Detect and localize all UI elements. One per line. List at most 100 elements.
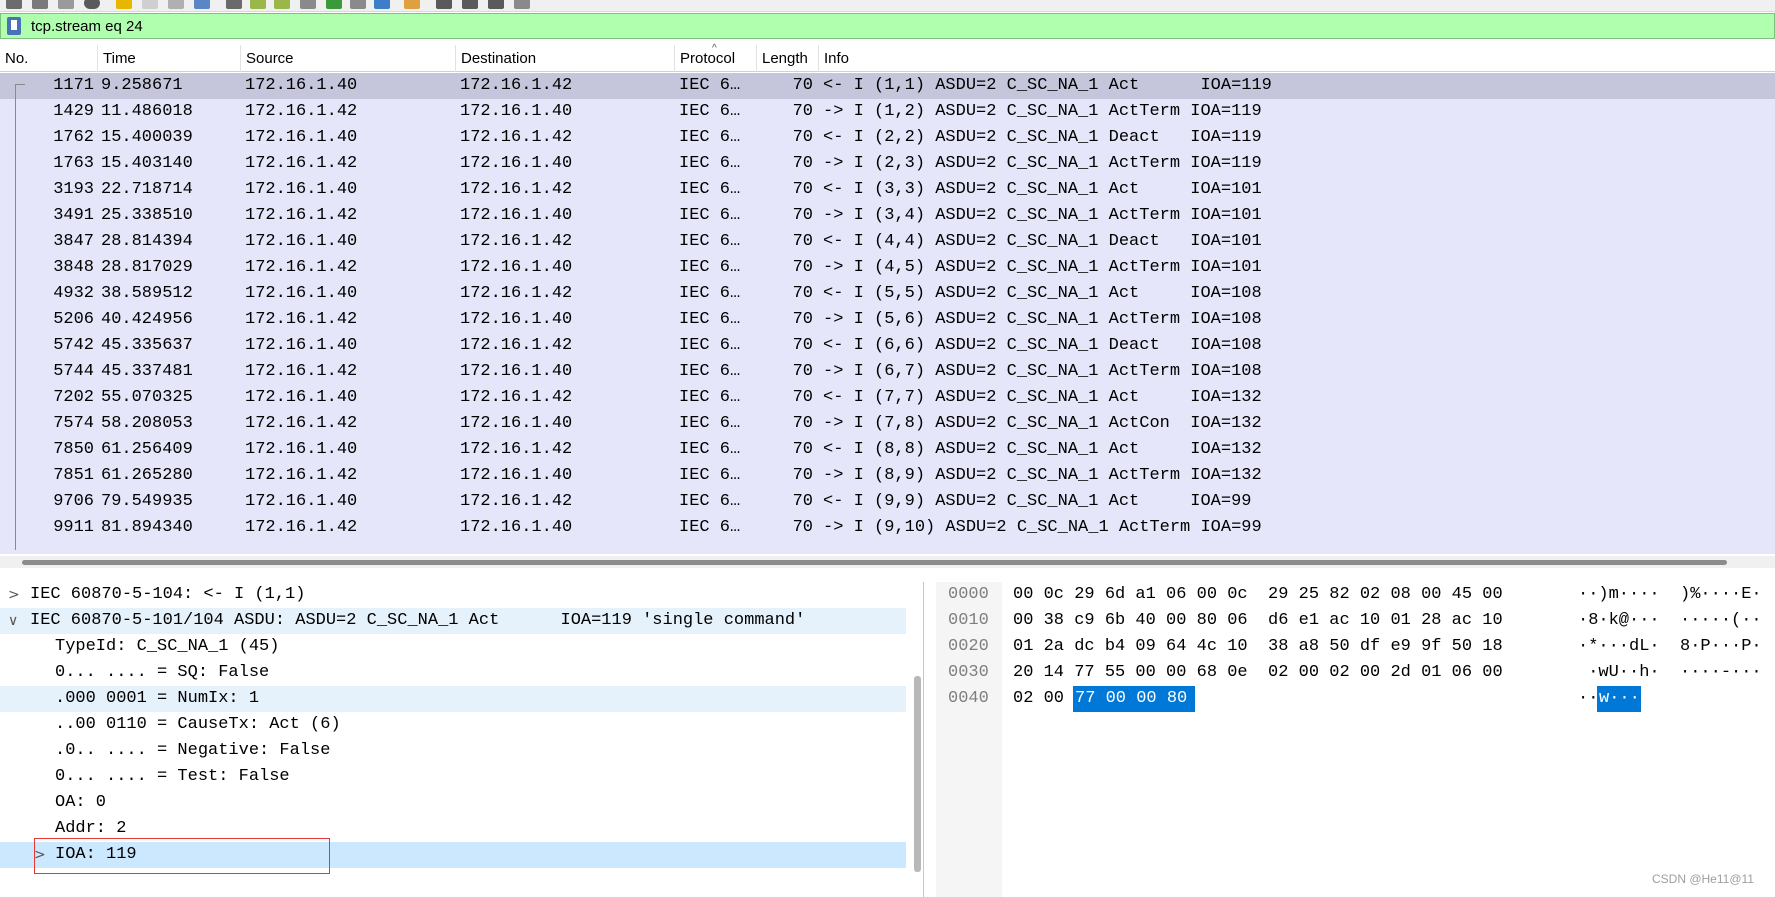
collapse-arrow-icon[interactable]: ∨ xyxy=(8,608,18,634)
first-packet-icon[interactable] xyxy=(326,0,342,9)
detail-row-numix[interactable]: .000 0001 = NumIx: 1 xyxy=(0,686,906,712)
detail-text: TypeId: C_SC_NA_1 (45) xyxy=(55,637,280,656)
last-packet-icon[interactable] xyxy=(350,0,366,9)
packet-source: 172.16.1.42 xyxy=(245,154,358,173)
packet-row[interactable]: 1763 15.403140 172.16.1.42 172.16.1.40 I… xyxy=(0,151,1775,177)
display-filter-bar[interactable]: tcp.stream eq 24 xyxy=(0,13,1775,39)
detail-row-oa[interactable]: OA: 0 xyxy=(0,790,906,816)
packet-row[interactable]: 5742 45.335637 172.16.1.40 172.16.1.42 I… xyxy=(0,333,1775,359)
packet-info: <- I (5,5) ASDU=2 C_SC_NA_1 Act IOA=108 xyxy=(823,284,1262,303)
packet-row[interactable]: 7202 55.070325 172.16.1.40 172.16.1.42 I… xyxy=(0,385,1775,411)
packet-row[interactable]: 7574 58.208053 172.16.1.42 172.16.1.40 I… xyxy=(0,411,1775,437)
zoom-out-icon[interactable] xyxy=(462,0,478,9)
detail-text: 0... .... = SQ: False xyxy=(55,663,270,682)
packet-row[interactable]: 5206 40.424956 172.16.1.42 172.16.1.40 I… xyxy=(0,307,1775,333)
column-header-info[interactable]: Info xyxy=(819,45,1775,72)
packet-row[interactable]: 3491 25.338510 172.16.1.42 172.16.1.40 I… xyxy=(0,203,1775,229)
packet-length: 70 xyxy=(792,388,813,407)
selected-hex-bytes[interactable]: 77 00 00 80 xyxy=(1073,686,1195,712)
packet-source: 172.16.1.42 xyxy=(245,206,358,225)
packet-row[interactable]: 1429 11.486018 172.16.1.42 172.16.1.40 I… xyxy=(0,99,1775,125)
packet-row[interactable]: 1171 9.258671 172.16.1.40 172.16.1.42 IE… xyxy=(0,73,1775,99)
restart-capture-icon[interactable] xyxy=(32,0,48,9)
detail-row-negative[interactable]: .0.. .... = Negative: False xyxy=(0,738,906,764)
detail-row-asdu[interactable]: ∨ IEC 60870-5-101/104 ASDU: ASDU=2 C_SC_… xyxy=(0,608,906,634)
packet-time: 9.258671 xyxy=(101,76,183,95)
detail-row-sq[interactable]: 0... .... = SQ: False xyxy=(0,660,906,686)
packet-destination: 172.16.1.42 xyxy=(460,284,573,303)
packet-destination: 172.16.1.40 xyxy=(460,466,573,485)
packet-time: 38.589512 xyxy=(101,284,193,303)
packet-row[interactable]: 3848 28.817029 172.16.1.42 172.16.1.40 I… xyxy=(0,255,1775,281)
selected-ascii-bytes[interactable]: w··· xyxy=(1597,686,1641,712)
colorize-icon[interactable] xyxy=(404,0,420,9)
go-to-packet-icon[interactable] xyxy=(300,0,316,9)
packet-time: 45.337481 xyxy=(101,362,193,381)
packet-info: -> I (2,3) ASDU=2 C_SC_NA_1 ActTerm IOA=… xyxy=(823,154,1262,173)
packet-source: 172.16.1.40 xyxy=(245,180,358,199)
expand-arrow-icon[interactable]: > xyxy=(8,582,20,608)
detail-row-test[interactable]: 0... .... = Test: False xyxy=(0,764,906,790)
packet-length: 70 xyxy=(792,310,813,329)
packet-row[interactable]: 7850 61.256409 172.16.1.40 172.16.1.42 I… xyxy=(0,437,1775,463)
bytes-row[interactable]: 0020 01 2a dc b4 09 64 4c 10 38 a8 50 df… xyxy=(936,634,1775,660)
bytes-row[interactable]: 0000 00 0c 29 6d a1 06 00 0c 29 25 82 02… xyxy=(936,582,1775,608)
gear-icon[interactable] xyxy=(84,0,100,9)
scrollbar-thumb[interactable] xyxy=(22,560,1727,565)
go-forward-icon[interactable] xyxy=(274,0,290,9)
detail-row-iec104[interactable]: > IEC 60870-5-104: <- I (1,1) xyxy=(0,582,906,608)
byte-offset: 0030 xyxy=(948,663,989,682)
packet-row[interactable]: 3193 22.718714 172.16.1.40 172.16.1.42 I… xyxy=(0,177,1775,203)
normal-size-icon[interactable] xyxy=(488,0,504,9)
packet-row[interactable]: 3847 28.814394 172.16.1.40 172.16.1.42 I… xyxy=(0,229,1775,255)
packet-destination: 172.16.1.42 xyxy=(460,388,573,407)
packet-row-partial[interactable] xyxy=(0,541,1775,554)
packet-source: 172.16.1.40 xyxy=(245,128,358,147)
packet-info: -> I (4,5) ASDU=2 C_SC_NA_1 ActTerm IOA=… xyxy=(823,258,1262,277)
stop-capture-icon[interactable] xyxy=(6,0,22,9)
packet-destination: 172.16.1.40 xyxy=(460,154,573,173)
packet-row[interactable]: 7851 61.265280 172.16.1.42 172.16.1.40 I… xyxy=(0,463,1775,489)
packet-list-horizontal-scrollbar[interactable] xyxy=(0,556,1775,568)
autoscroll-icon[interactable] xyxy=(374,0,390,9)
zoom-in-icon[interactable] xyxy=(436,0,452,9)
bookmark-icon[interactable] xyxy=(7,17,21,35)
packet-source: 172.16.1.40 xyxy=(245,492,358,511)
packet-row[interactable]: 5744 45.337481 172.16.1.42 172.16.1.40 I… xyxy=(0,359,1775,385)
bytes-row[interactable]: 0010 00 38 c9 6b 40 00 80 06 d6 e1 ac 10… xyxy=(936,608,1775,634)
packet-source: 172.16.1.42 xyxy=(245,362,358,381)
column-header-no[interactable]: No. xyxy=(0,45,98,72)
packet-row[interactable]: 9706 79.549935 172.16.1.40 172.16.1.42 I… xyxy=(0,489,1775,515)
detail-row-causetx[interactable]: ..00 0110 = CauseTx: Act (6) xyxy=(0,712,906,738)
display-filter-input[interactable]: tcp.stream eq 24 xyxy=(31,18,143,35)
save-file-icon[interactable] xyxy=(142,0,158,9)
byte-offset: 0040 xyxy=(948,689,989,708)
reload-icon[interactable] xyxy=(194,0,210,9)
packet-row[interactable]: 4932 38.589512 172.16.1.40 172.16.1.42 I… xyxy=(0,281,1775,307)
packet-row[interactable]: 1762 15.400039 172.16.1.40 172.16.1.42 I… xyxy=(0,125,1775,151)
open-file-icon[interactable] xyxy=(116,0,132,9)
packet-length: 70 xyxy=(792,466,813,485)
packet-info: -> I (3,4) ASDU=2 C_SC_NA_1 ActTerm IOA=… xyxy=(823,206,1262,225)
bytes-row[interactable]: 0040 02 00 ·· xyxy=(936,686,1775,712)
column-header-destination[interactable]: Destination xyxy=(456,45,675,72)
go-back-icon[interactable] xyxy=(250,0,266,9)
close-file-icon[interactable] xyxy=(168,0,184,9)
packet-time: 25.338510 xyxy=(101,206,193,225)
column-header-length[interactable]: Length xyxy=(757,45,819,72)
packet-row[interactable]: 9911 81.894340 172.16.1.42 172.16.1.40 I… xyxy=(0,515,1775,541)
packet-protocol: IEC 6… xyxy=(679,232,741,251)
packet-source: 172.16.1.42 xyxy=(245,258,358,277)
packet-source: 172.16.1.40 xyxy=(245,440,358,459)
details-vertical-scrollbar[interactable] xyxy=(914,676,921,872)
detail-row-typeid[interactable]: TypeId: C_SC_NA_1 (45) xyxy=(0,634,906,660)
column-header-source[interactable]: Source xyxy=(241,45,456,72)
packet-source: 172.16.1.40 xyxy=(245,76,358,95)
bytes-row[interactable]: 0030 20 14 77 55 00 00 68 0e 02 00 02 00… xyxy=(936,660,1775,686)
packet-time: 81.894340 xyxy=(101,518,193,537)
find-packet-icon[interactable] xyxy=(226,0,242,9)
column-header-time[interactable]: Time xyxy=(98,45,241,72)
capture-options-icon[interactable] xyxy=(58,0,74,9)
packet-source: 172.16.1.42 xyxy=(245,310,358,329)
resize-columns-icon[interactable] xyxy=(514,0,530,9)
